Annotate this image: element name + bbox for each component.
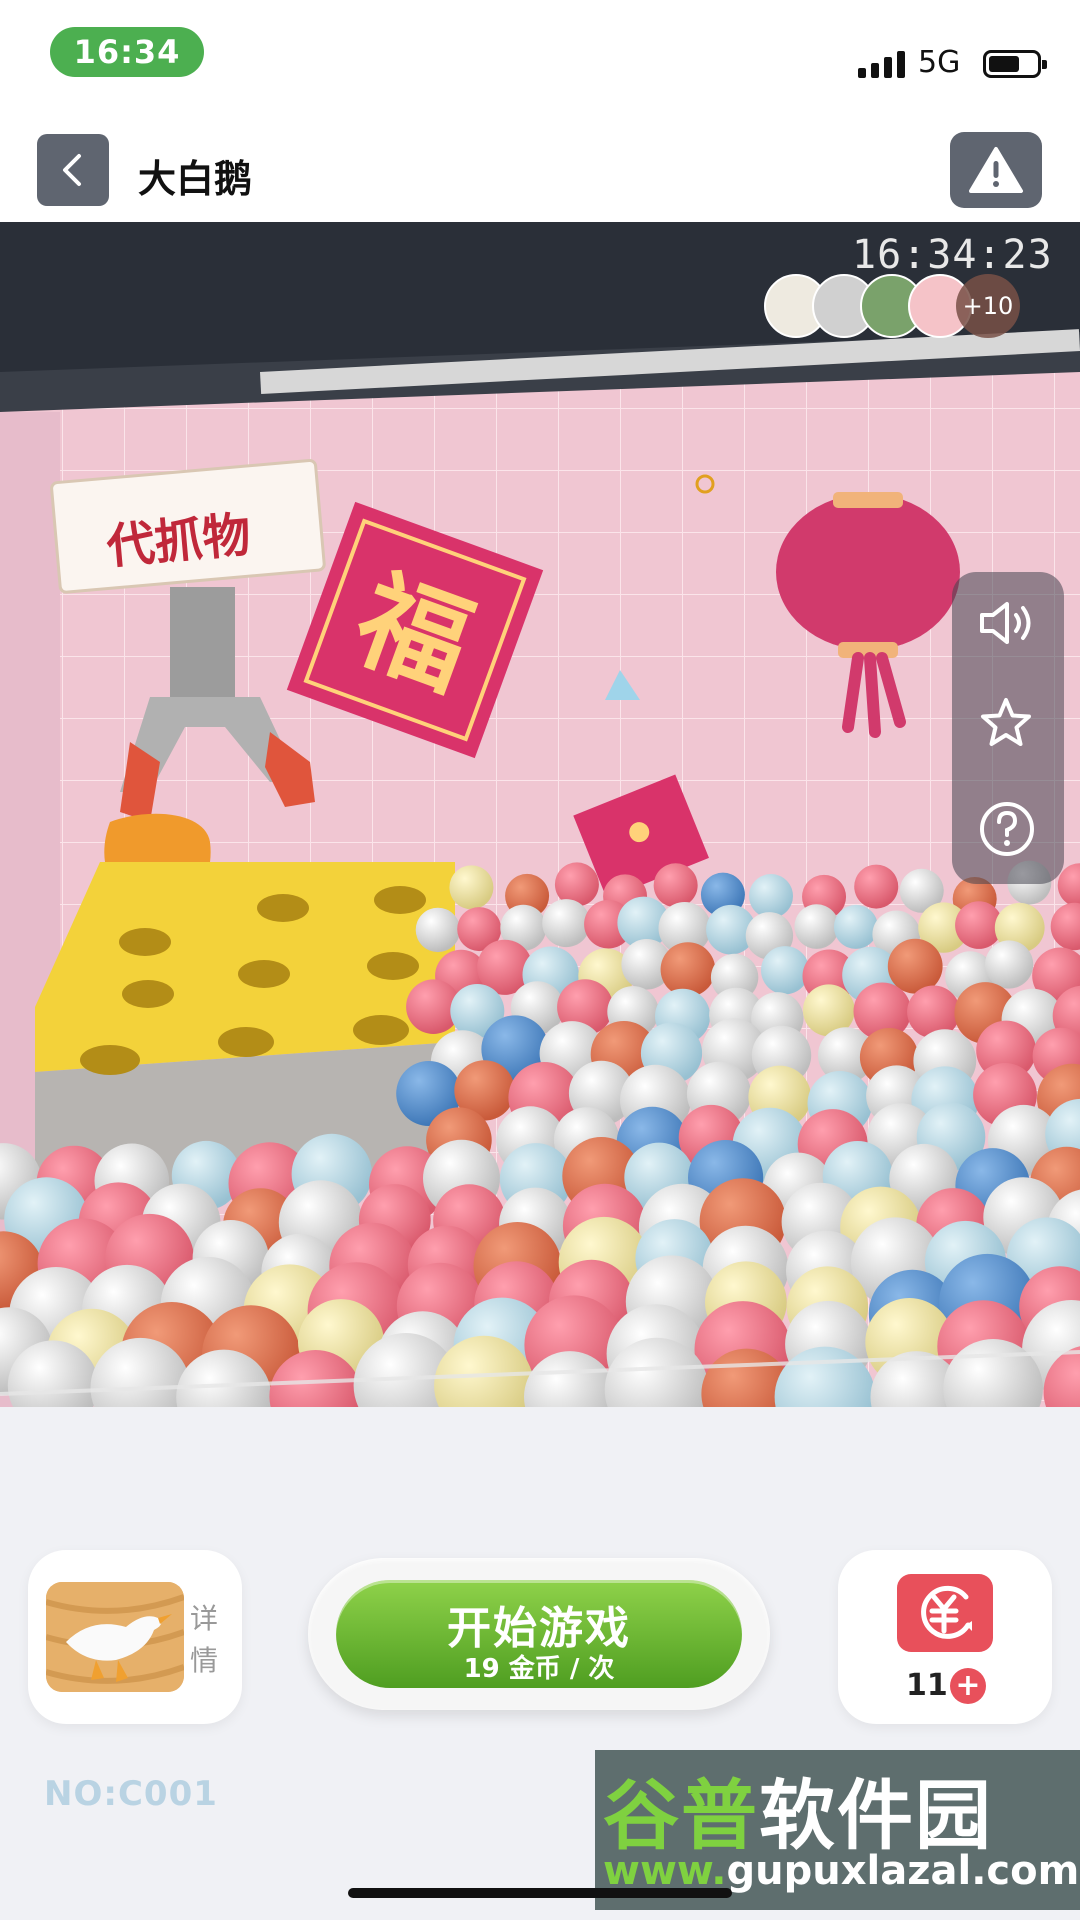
network-label: 5G [918,45,961,80]
detail-label: 详情 [189,1602,218,1677]
speaker-icon [980,602,1031,644]
battery-icon [983,50,1047,78]
watermark-title-white: 软件园 [759,1771,993,1860]
start-game-label: 开始游戏 [447,1603,631,1654]
page-title: 大白鹅 [138,157,253,201]
start-game-button[interactable]: 开始游戏 19 金币 / 次 [336,1580,742,1688]
sound-button[interactable] [978,600,1038,660]
chevron-left-icon [63,154,81,186]
watermark-title-green: 谷普 [603,1771,759,1860]
status-bar: 16:34 5G [0,0,1080,120]
home-indicator[interactable] [348,1888,732,1898]
favorite-button[interactable] [978,696,1038,756]
start-game-container: 开始游戏 19 金币 / 次 [308,1558,770,1710]
help-icon [980,802,1034,856]
claw-machine-scene: 代抓物 福 [0,222,1080,1407]
coin-balance: 11 [906,1668,948,1703]
yuan-coin-icon [897,1574,993,1652]
nav-bar: 大白鹅 [0,120,1080,222]
watermark-url-white: gupuxlazal.com [726,1848,1080,1894]
side-toolbar [952,572,1064,884]
help-button[interactable] [978,800,1038,860]
viewer-avatars[interactable]: +10 [764,274,1020,338]
watermark-logo: 谷普软件园 www.gupuxlazal.com [595,1750,1080,1910]
price-per-play: 19 金币 / 次 [463,1654,615,1684]
camera-timestamp: 16:34:23 [852,232,1053,278]
status-time: 16:34 [50,27,204,77]
add-coins-icon: + [950,1668,986,1704]
prize-detail-button[interactable]: 详情 [28,1550,242,1724]
prize-thumbnail [46,1582,184,1692]
machine-number: NO:C001 [44,1774,218,1814]
recharge-button[interactable]: 11 + [838,1550,1052,1724]
report-button[interactable] [950,132,1042,208]
warning-icon [969,147,1023,193]
signal-icon [858,50,905,78]
live-stream-view: 代抓物 福 16:34:23 +10 [0,222,1080,1407]
viewer-count-badge: +10 [956,274,1020,338]
back-button[interactable] [37,134,109,206]
star-icon [981,698,1031,746]
